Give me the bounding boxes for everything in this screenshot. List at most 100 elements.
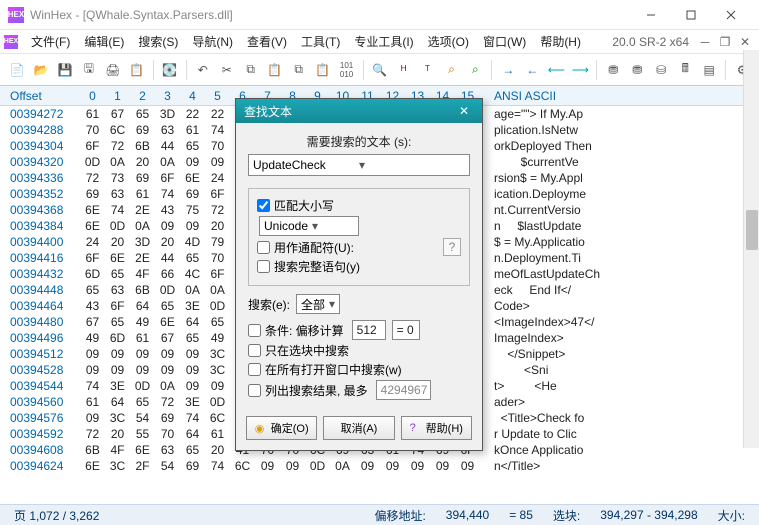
back-icon[interactable]: ⟵ (545, 59, 567, 81)
status-offset-value: 394,440 (440, 508, 495, 522)
new-file-icon[interactable]: 📄 (6, 59, 28, 81)
row-text[interactable]: <Title>Check fo (484, 410, 759, 426)
cut-icon[interactable]: ✂ (216, 59, 238, 81)
row-text[interactable]: kOnce Applicatio (484, 442, 759, 458)
condition-checkbox[interactable] (248, 324, 261, 337)
wholeword-label: 搜索完整语句(y) (274, 258, 360, 275)
paste-icon[interactable]: 📋 (264, 59, 286, 81)
row-text[interactable]: plication.IsNetw (484, 122, 759, 138)
menu-edit[interactable]: 编辑(E) (77, 33, 131, 50)
forward-icon[interactable]: ⟶ (569, 59, 591, 81)
find-hex-icon[interactable]: ᴴ (393, 59, 415, 81)
condition-value2[interactable]: = 0 (392, 320, 420, 340)
row-text[interactable]: Code> (484, 298, 759, 314)
scrollbar-thumb[interactable] (746, 210, 758, 250)
matchcase-checkbox[interactable] (257, 199, 270, 212)
row-text[interactable]: eck End If</ (484, 282, 759, 298)
row-text[interactable]: n.Deployment.Ti (484, 250, 759, 266)
find-text-icon[interactable]: ᵀ (417, 59, 439, 81)
menu-nav[interactable]: 导航(N) (185, 33, 240, 50)
find-icon[interactable]: 🔍 (369, 59, 391, 81)
menu-view[interactable]: 查看(V) (240, 33, 294, 50)
row-text[interactable]: t> <He (484, 378, 759, 394)
bits-icon[interactable]: 101010 (336, 59, 358, 81)
row-text[interactable]: ImageIndex> (484, 330, 759, 346)
disk3-icon[interactable]: ⛁ (650, 59, 672, 81)
encoding-combo[interactable]: Unicode▾ (259, 216, 359, 236)
row-text[interactable]: meOfLastUpdateCh (484, 266, 759, 282)
row-text[interactable]: ication.Deployme (484, 186, 759, 202)
row-text[interactable]: <ImageIndex>47</ (484, 314, 759, 330)
hex-row[interactable]: 003946246E3C2F5469746C09090D0A0909090909… (0, 458, 759, 474)
row-offset: 00394416 (0, 250, 80, 266)
listres-max-input[interactable]: 4294967 (376, 380, 431, 400)
dialog-close-button[interactable]: ✕ (454, 101, 474, 121)
calc-icon[interactable]: 🖩 (674, 59, 696, 81)
row-text[interactable]: rsion$ = My.Appl (484, 170, 759, 186)
row-text[interactable]: nt.CurrentVersio (484, 202, 759, 218)
dialog-titlebar[interactable]: 查找文本 ✕ (236, 99, 482, 123)
row-text[interactable]: ader> (484, 394, 759, 410)
wildcard-checkbox[interactable] (257, 241, 270, 254)
menu-search[interactable]: 搜索(S) (131, 33, 185, 50)
menu-window[interactable]: 窗口(W) (476, 33, 533, 50)
allwin-label: 在所有打开窗口中搜索(w) (265, 361, 402, 378)
properties-icon[interactable]: 📋 (126, 59, 148, 81)
replace-icon[interactable]: ⌕ (464, 59, 486, 81)
row-bytes[interactable]: 6E3C2F5469746C09090D0A0909090909 (80, 458, 484, 474)
row-offset: 00394432 (0, 266, 80, 282)
mdi-minimize-button[interactable]: ─ (696, 33, 714, 51)
ram-icon[interactable]: ▤ (698, 59, 720, 81)
menu-options[interactable]: 选项(O) (421, 33, 476, 50)
listres-checkbox[interactable] (248, 384, 261, 397)
row-text[interactable]: r Update to Clic (484, 426, 759, 442)
save-icon[interactable]: 💾 (54, 59, 76, 81)
mdi-close-button[interactable]: ✕ (736, 33, 754, 51)
copy-hex-icon[interactable]: ⧉ (288, 59, 310, 81)
maximize-button[interactable] (671, 1, 711, 29)
wildcard-char-button[interactable]: ? (443, 238, 461, 256)
row-text[interactable]: n</Title> (484, 458, 759, 474)
disk2-icon[interactable]: ⛃ (626, 59, 648, 81)
disk1-icon[interactable]: ⛃ (602, 59, 624, 81)
row-text[interactable]: n $lastUpdate (484, 218, 759, 234)
mdi-restore-button[interactable]: ❐ (716, 33, 734, 51)
condition-value1[interactable]: 512 (352, 320, 386, 340)
open-disk-icon[interactable]: 💽 (159, 59, 181, 81)
close-button[interactable] (711, 1, 751, 29)
row-offset: 00394592 (0, 426, 80, 442)
menu-help[interactable]: 帮助(H) (533, 33, 588, 50)
row-offset: 00394608 (0, 442, 80, 458)
row-text[interactable]: $ = My.Applicatio (484, 234, 759, 250)
print-icon[interactable]: 🖨 (102, 59, 124, 81)
find-again-icon[interactable]: ⌕ (440, 59, 462, 81)
paste-hex-icon[interactable]: 📋 (312, 59, 334, 81)
help-button[interactable]: ? 帮助(H) (401, 416, 472, 440)
copy-icon[interactable]: ⧉ (240, 59, 262, 81)
row-text[interactable]: orkDeployed Then (484, 138, 759, 154)
vertical-scrollbar[interactable] (743, 50, 759, 448)
allwin-checkbox[interactable] (248, 363, 261, 376)
ok-icon: ◉ (255, 422, 267, 434)
cancel-button[interactable]: 取消(A) (323, 416, 394, 440)
search-text-combo[interactable]: UpdateCheck ▾ (248, 154, 470, 176)
goto-icon[interactable]: → (497, 59, 519, 81)
ok-button[interactable]: ◉ 确定(O) (246, 416, 317, 440)
row-text[interactable]: $currentVe (484, 154, 759, 170)
direction-combo[interactable]: 全部▾ (296, 294, 340, 314)
undo-icon[interactable]: ↶ (192, 59, 214, 81)
wholeword-checkbox[interactable] (257, 260, 270, 273)
minimize-button[interactable] (631, 1, 671, 29)
row-text[interactable]: <Sni (484, 362, 759, 378)
save-all-icon[interactable]: 🖫 (78, 59, 100, 81)
search-text-label: 需要搜索的文本 (s): (248, 133, 470, 150)
menu-ptools[interactable]: 专业工具(I) (347, 33, 420, 50)
menu-file[interactable]: 文件(F) (24, 33, 77, 50)
onlysel-checkbox[interactable] (248, 344, 261, 357)
row-text[interactable]: age=""> If My.Ap (484, 106, 759, 122)
window-titlebar: HEX WinHex - [QWhale.Syntax.Parsers.dll] (0, 0, 759, 30)
goto-back-icon[interactable]: ← (521, 59, 543, 81)
open-folder-icon[interactable]: 📂 (30, 59, 52, 81)
menu-tools[interactable]: 工具(T) (294, 33, 347, 50)
row-text[interactable]: </Snippet> (484, 346, 759, 362)
